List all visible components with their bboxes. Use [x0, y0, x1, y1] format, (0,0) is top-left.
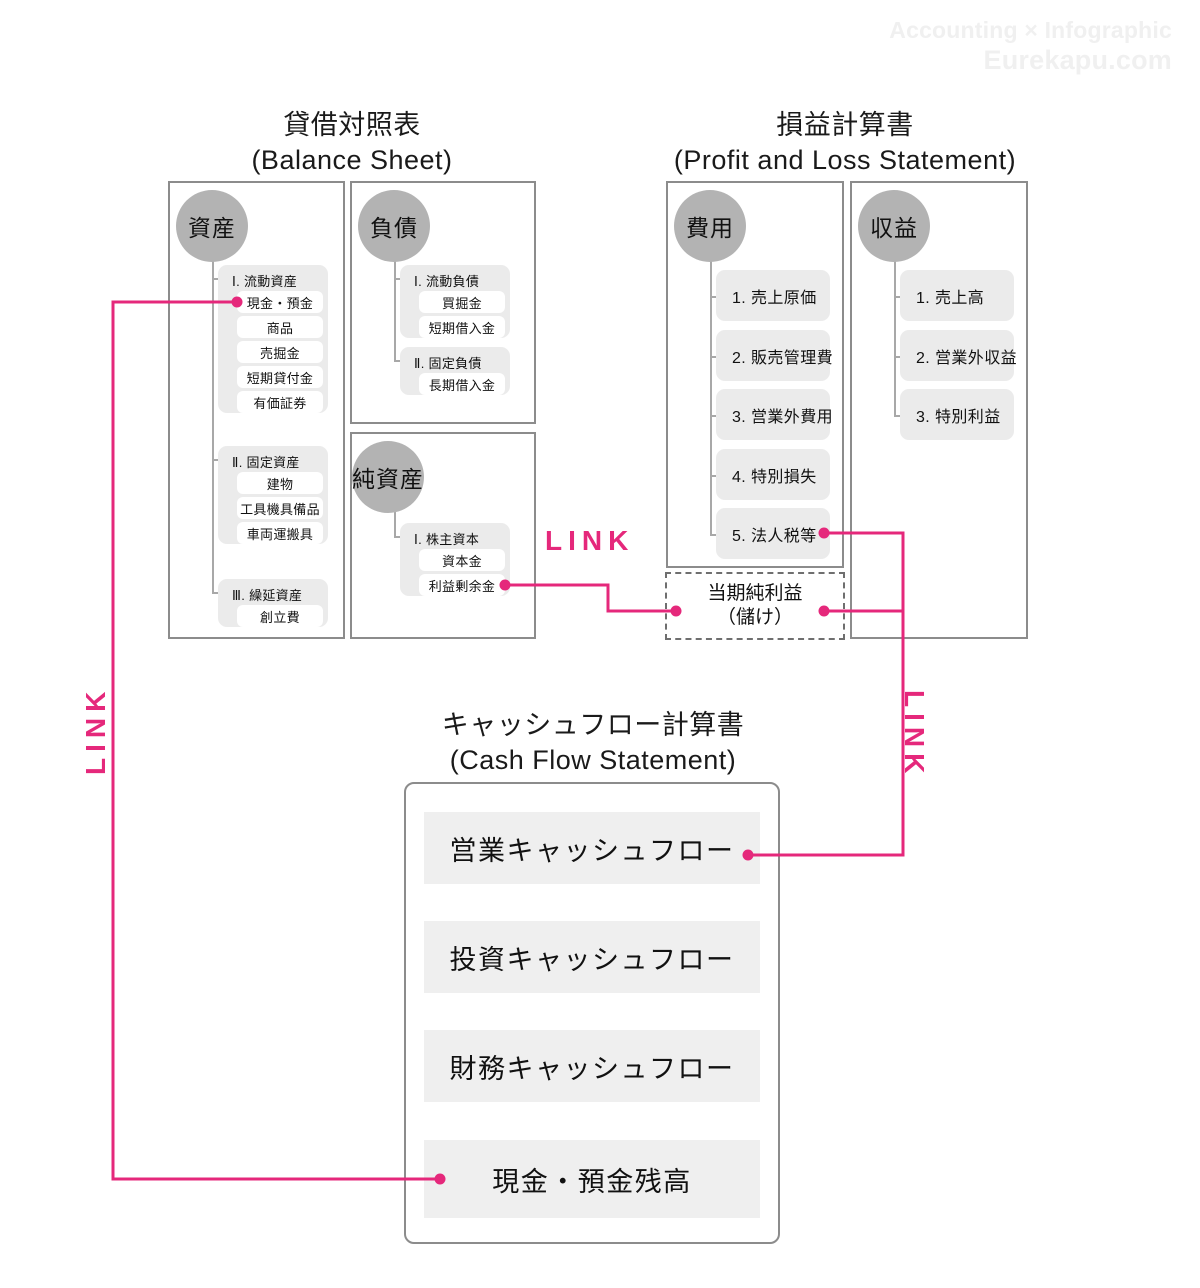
balance-sheet-title: 貸借対照表 (Balance Sheet) — [168, 108, 536, 178]
watermark-line-2: Eurekapu.com — [983, 45, 1172, 76]
cash-flow-title-ja: キャッシュフロー計算書 — [441, 710, 745, 740]
expenses-item-4: 4. 特別損失 — [716, 449, 830, 500]
assets-item-shortterm-loan: 短期貸付金 — [237, 366, 323, 388]
revenue-bubble: 収益 — [858, 190, 930, 262]
revenue-item-3: 3. 特別利益 — [900, 389, 1014, 440]
assets-item-receivable: 売掘金 — [237, 341, 323, 363]
net-assets-item-retained-earnings: 利益剰余金 — [419, 574, 505, 596]
net-income-line-2: （儲け） — [716, 607, 793, 628]
expenses-tree-trunk — [710, 245, 712, 536]
expenses-item-3: 3. 営業外費用 — [716, 389, 833, 440]
assets-item-securities: 有価証券 — [237, 391, 323, 413]
balance-sheet-title-ja: 貸借対照表 — [283, 110, 421, 140]
balance-sheet-title-en: (Balance Sheet) — [251, 145, 453, 176]
cash-flow-title: キャッシュフロー計算書 (Cash Flow Statement) — [404, 708, 782, 778]
expenses-bubble: 費用 — [674, 190, 746, 262]
profit-loss-title-ja: 損益計算書 — [776, 110, 914, 140]
liabilities-item-payable: 買掘金 — [419, 291, 505, 313]
assets-item-startup-cost: 創立費 — [237, 605, 323, 627]
revenue-item-1: 1. 売上高 — [900, 270, 1014, 321]
expenses-item-1: 1. 売上原価 — [716, 270, 830, 321]
assets-group-fixed-label: Ⅱ. 固定資産 — [232, 455, 300, 470]
assets-item-building: 建物 — [237, 472, 323, 494]
cash-flow-item-cash-balance: 現金・預金残高 — [424, 1140, 760, 1218]
assets-item-goods: 商品 — [237, 316, 323, 338]
profit-loss-title: 損益計算書 (Profit and Loss Statement) — [660, 108, 1030, 178]
assets-tree-trunk — [212, 245, 214, 594]
link-label-left: LINK — [80, 685, 111, 775]
watermark: Accounting × Infographic Eurekapu.com — [889, 16, 1172, 77]
assets-item-vehicles: 車両運搬具 — [237, 522, 323, 544]
infographic-canvas: Accounting × Infographic Eurekapu.com 貸借… — [0, 0, 1200, 1288]
revenue-tree-trunk — [894, 245, 896, 417]
net-assets-group-equity-label: Ⅰ. 株主資本 — [414, 532, 480, 547]
assets-bubble: 資産 — [176, 190, 248, 262]
cash-flow-title-en: (Cash Flow Statement) — [449, 745, 737, 776]
watermark-line-1: Accounting × Infographic — [889, 17, 1172, 43]
net-assets-bubble: 純資産 — [352, 441, 424, 513]
net-income-line-1: 当期純利益 — [707, 582, 803, 604]
liabilities-group-fixed-label: Ⅱ. 固定負債 — [414, 356, 482, 371]
net-income-box: 当期純利益 （儲け） — [665, 572, 845, 640]
cash-flow-item-financing: 財務キャッシュフロー — [424, 1030, 760, 1102]
revenue-item-2: 2. 営業外収益 — [900, 330, 1017, 381]
net-assets-item-capital: 資本金 — [419, 549, 505, 571]
link-label-center: LINK — [545, 525, 635, 556]
assets-item-tools: 工具機具備品 — [237, 497, 323, 519]
assets-group-deferred-label: Ⅲ. 繰延資産 — [232, 588, 303, 603]
liabilities-item-shortterm-debt: 短期借入金 — [419, 316, 505, 338]
liabilities-tree-trunk — [394, 245, 396, 362]
assets-item-cash: 現金・預金 — [237, 291, 323, 313]
cash-flow-item-investing: 投資キャッシュフロー — [424, 921, 760, 993]
liabilities-group-current-label: Ⅰ. 流動負債 — [414, 274, 480, 289]
expenses-item-2: 2. 販売管理費 — [716, 330, 833, 381]
assets-group-current-label: Ⅰ. 流動資産 — [232, 274, 298, 289]
profit-loss-title-en: (Profit and Loss Statement) — [673, 145, 1017, 176]
expenses-item-5: 5. 法人税等 — [716, 508, 830, 559]
link-label-right: LINK — [899, 690, 930, 780]
liabilities-item-longterm-debt: 長期借入金 — [419, 373, 505, 395]
cash-flow-item-operating: 営業キャッシュフロー — [424, 812, 760, 884]
liabilities-bubble: 負債 — [358, 190, 430, 262]
